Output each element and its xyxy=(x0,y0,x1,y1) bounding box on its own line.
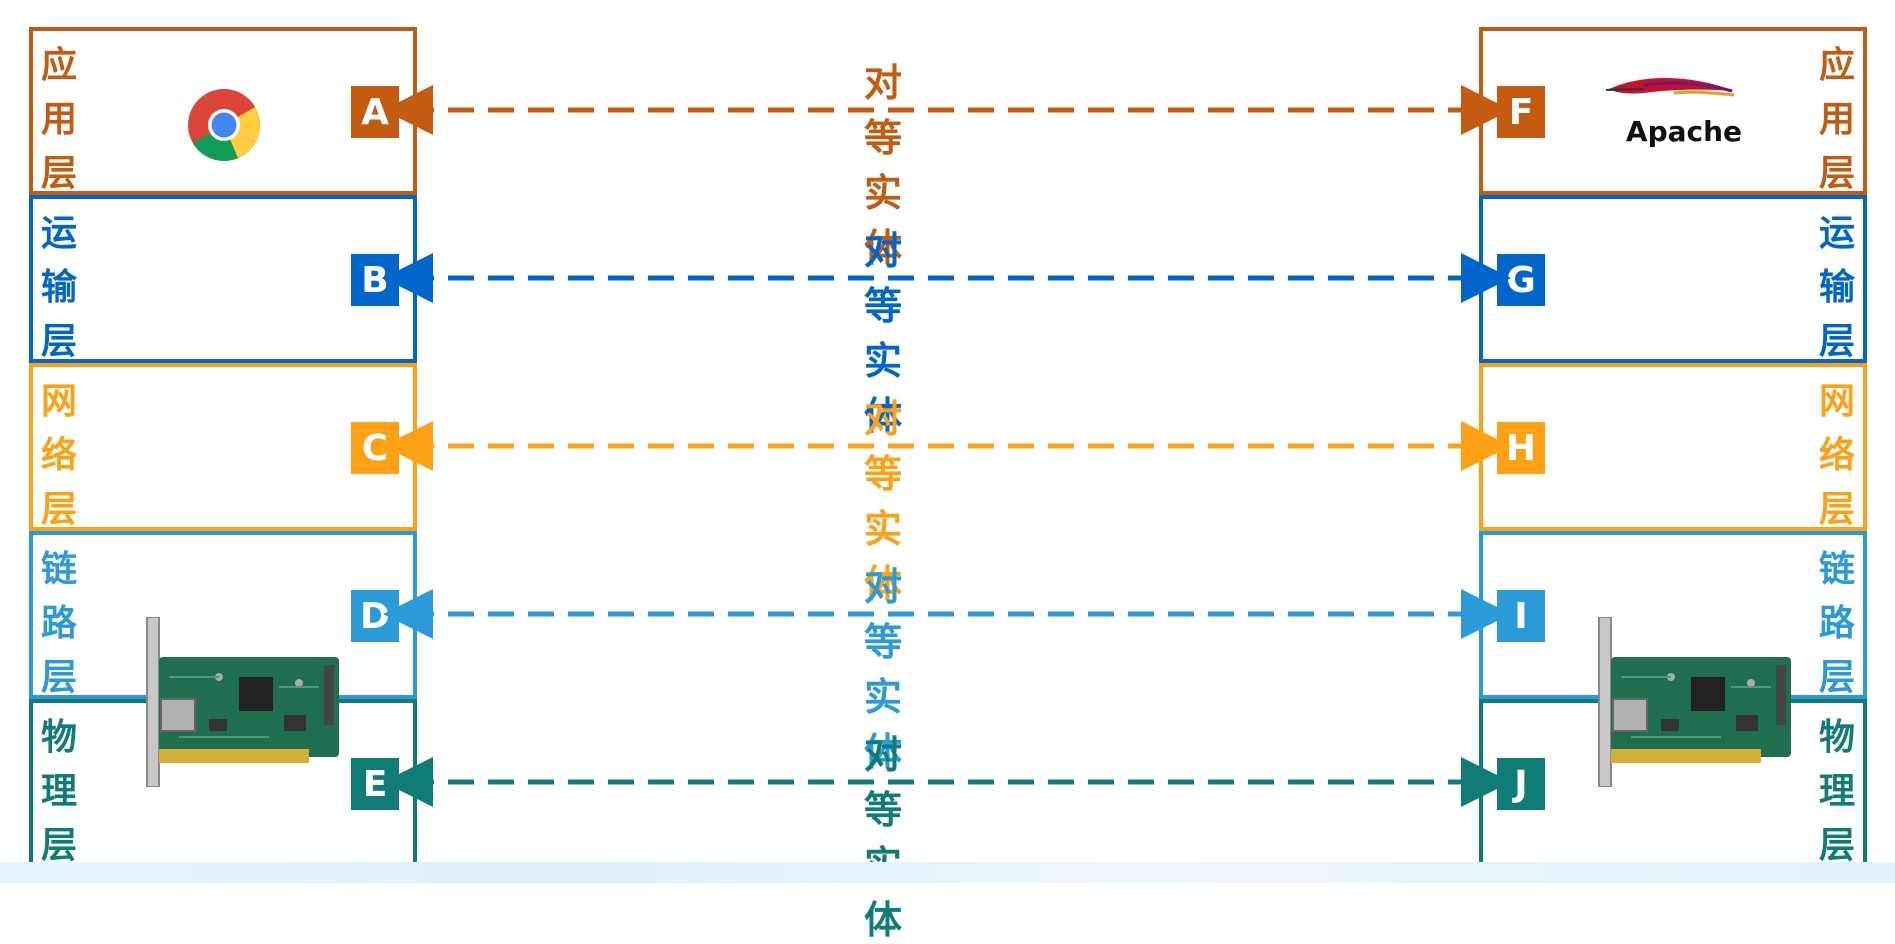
peer-label-physical: 对等实体 xyxy=(864,733,903,942)
peer-links-canvas xyxy=(383,85,1511,807)
bottom-strip xyxy=(0,862,1895,883)
